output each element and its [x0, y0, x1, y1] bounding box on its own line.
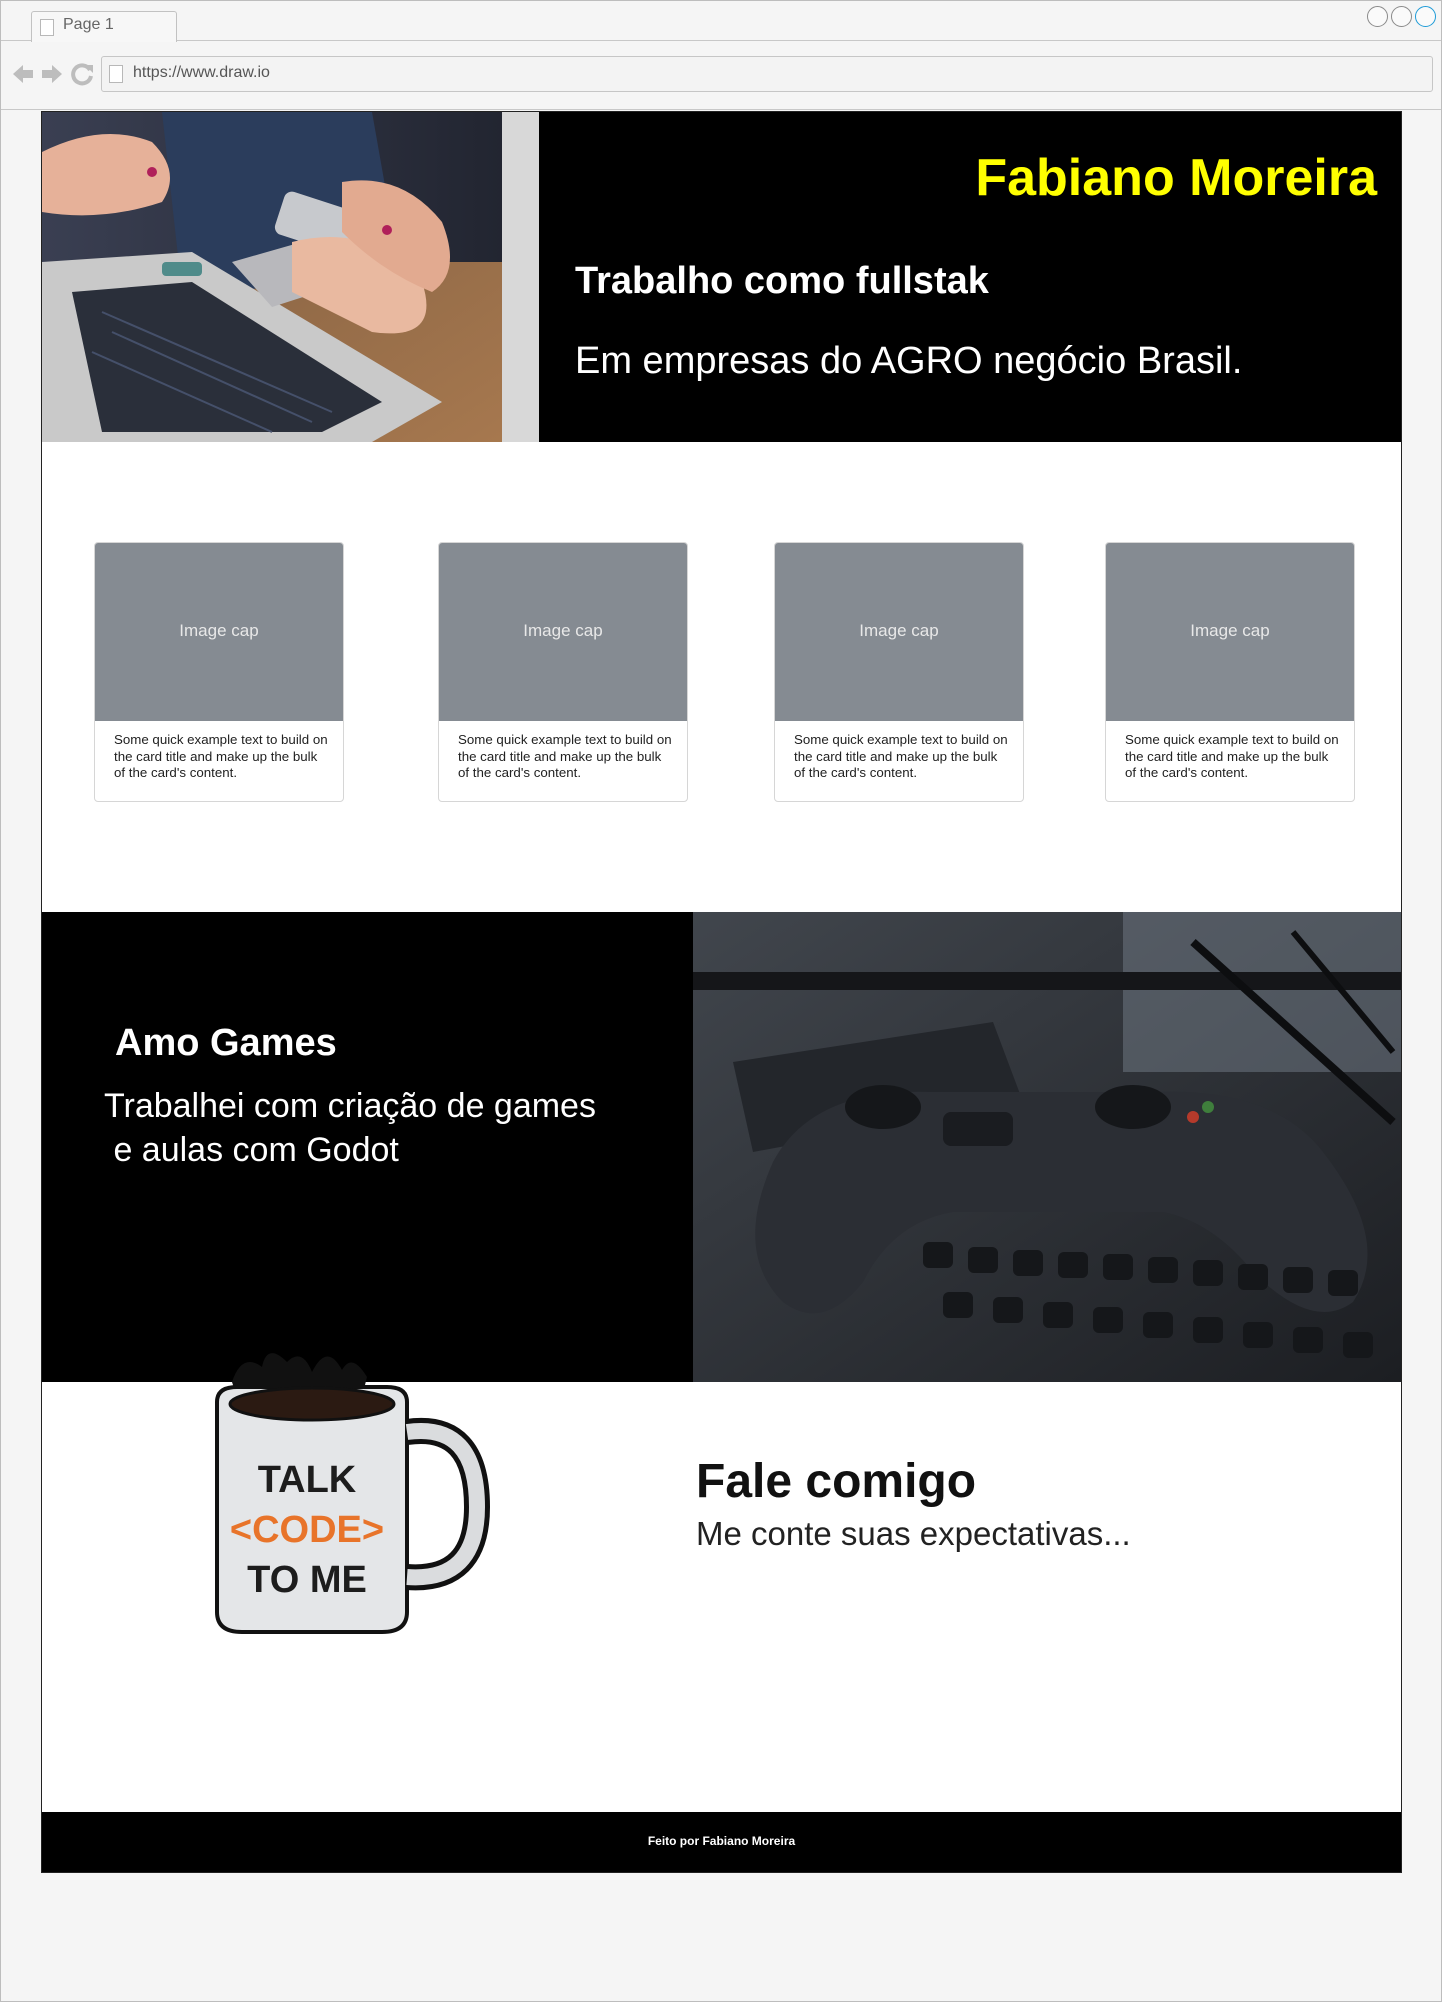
phone-laptop-illustration	[42, 112, 539, 442]
card[interactable]: Image cap Some quick example text to bui…	[94, 542, 344, 802]
hero-subtitle: Em empresas do AGRO negócio Brasil.	[575, 340, 1243, 382]
contact-subtitle: Me conte suas expectativas...	[696, 1515, 1131, 1552]
card[interactable]: Image cap Some quick example text to bui…	[438, 542, 688, 802]
card-image-cap-label: Image cap	[1190, 621, 1270, 640]
footer-text: Feito por Fabiano Moreira	[647, 1834, 796, 1848]
reload-icon[interactable]	[71, 62, 95, 86]
navigation-bar: https://www.draw.io	[1, 42, 1441, 110]
forward-arrow-icon[interactable]	[40, 62, 64, 86]
card-image-cap-label: Image cap	[859, 621, 939, 640]
card-image-cap: Image cap	[775, 543, 1023, 721]
coffee-mug-illustration: TALK <CODE> TO ME	[215, 1353, 491, 1634]
mug-text-line3: TO ME	[247, 1559, 367, 1601]
card-image-cap: Image cap	[1106, 543, 1354, 721]
card[interactable]: Image cap Some quick example text to bui…	[1105, 542, 1355, 802]
card-text: Some quick example text to build on the …	[114, 732, 328, 780]
hero-title: Trabalho como fullstak	[575, 260, 989, 302]
document-icon	[40, 19, 54, 36]
url-bar[interactable]: https://www.draw.io	[101, 56, 1433, 92]
card-image-cap: Image cap	[439, 543, 687, 721]
hero-name: Fabiano Moreira	[975, 149, 1377, 207]
card-image-cap: Image cap	[95, 543, 343, 721]
window-maximize-button[interactable]	[1391, 6, 1412, 27]
card-image-cap-label: Image cap	[179, 621, 259, 640]
url-text: https://www.draw.io	[133, 64, 270, 81]
tab-label: Page 1	[63, 16, 114, 33]
games-photo	[693, 912, 1401, 1382]
hero-section: Fabiano Moreira Trabalho como fullstak E…	[42, 112, 1401, 442]
games-section: Amo Games Trabalhei com criação de games…	[42, 912, 1401, 1382]
back-arrow-icon[interactable]	[11, 62, 35, 86]
contact-title: Fale comigo	[696, 1455, 977, 1508]
games-text: Trabalhei com criação de games e aulas c…	[104, 1087, 596, 1169]
tab-page-1[interactable]: Page 1	[31, 11, 177, 42]
browser-window: Page 1 https://www.draw.io Fabiano Morei…	[0, 0, 1442, 2002]
mug-text-line1: TALK	[258, 1459, 357, 1501]
card-image-cap-label: Image cap	[523, 621, 603, 640]
tab-strip: Page 1	[1, 1, 1441, 42]
games-title: Amo Games	[115, 1022, 337, 1064]
mug-text-line2: <CODE>	[230, 1509, 384, 1551]
game-controller-illustration	[693, 912, 1401, 1382]
card-text: Some quick example text to build on the …	[1125, 732, 1339, 780]
window-close-button[interactable]	[1415, 6, 1436, 27]
card[interactable]: Image cap Some quick example text to bui…	[774, 542, 1024, 802]
window-minimize-button[interactable]	[1367, 6, 1388, 27]
page-canvas: Fabiano Moreira Trabalho como fullstak E…	[41, 111, 1402, 1873]
card-text: Some quick example text to build on the …	[458, 732, 672, 780]
card-text: Some quick example text to build on the …	[794, 732, 1008, 780]
hero-photo	[42, 112, 539, 442]
page-icon	[109, 65, 123, 83]
footer: Feito por Fabiano Moreira	[42, 1812, 1401, 1872]
